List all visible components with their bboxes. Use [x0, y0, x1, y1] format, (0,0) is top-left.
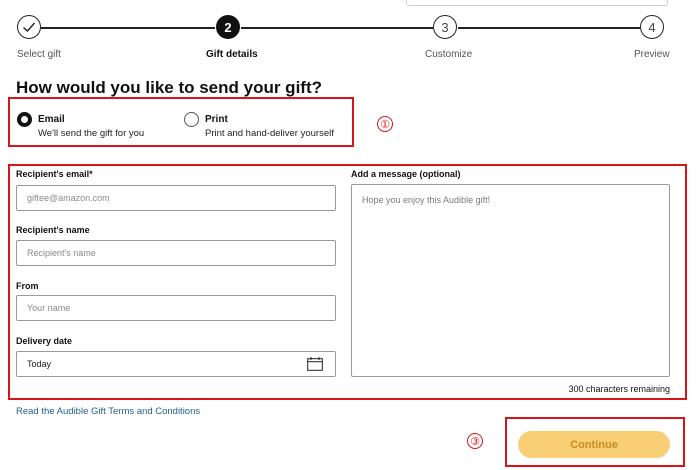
- progress-stepper: 2 3 4 Select gift Gift details Customize…: [0, 0, 700, 70]
- delivery-date-label: Delivery date: [16, 336, 73, 346]
- message-textarea[interactable]: [351, 184, 670, 377]
- email-radio[interactable]: [17, 112, 32, 127]
- recipient-name-input[interactable]: [16, 240, 336, 266]
- print-option-description: Print and hand-deliver yourself: [205, 128, 334, 139]
- step-connector: [241, 27, 433, 29]
- step-label-customize: Customize: [425, 49, 473, 60]
- recipient-email-label: Recipient's email*: [16, 169, 93, 179]
- step-label-select-gift: Select gift: [17, 49, 61, 60]
- step-1-completed: [17, 15, 41, 39]
- step-label-gift-details: Gift details: [206, 49, 258, 60]
- step-2-active: 2: [216, 15, 240, 39]
- from-label: From: [16, 281, 39, 291]
- delivery-date-value: Today: [27, 359, 52, 369]
- step-number: 3: [441, 19, 449, 35]
- step-4: 4: [640, 15, 664, 39]
- email-option-title: Email: [38, 114, 65, 125]
- from-input[interactable]: [16, 295, 336, 321]
- delivery-date-picker[interactable]: Today: [16, 351, 336, 377]
- print-option-title: Print: [205, 114, 228, 125]
- annotation-marker-1: ①: [377, 116, 393, 132]
- page-title: How would you like to send your gift?: [16, 78, 322, 97]
- characters-remaining: 300 characters remaining: [568, 384, 670, 394]
- continue-button[interactable]: Continue: [518, 431, 670, 458]
- step-connector: [41, 27, 215, 29]
- step-label-preview: Preview: [634, 49, 670, 60]
- recipient-email-input[interactable]: [16, 185, 336, 211]
- step-connector: [458, 27, 640, 29]
- step-number: 4: [648, 19, 656, 35]
- step-number: 2: [224, 19, 232, 35]
- annotation-marker-3: ③: [467, 433, 483, 449]
- email-option-description: We'll send the gift for you: [38, 128, 145, 139]
- checkmark-icon: [23, 22, 36, 32]
- print-radio[interactable]: [184, 112, 199, 127]
- terms-link[interactable]: Read the Audible Gift Terms and Conditio…: [16, 406, 200, 417]
- recipient-name-label: Recipient's name: [16, 225, 90, 235]
- calendar-icon[interactable]: [307, 357, 323, 371]
- top-cutoff-box: [406, 0, 668, 6]
- step-3: 3: [433, 15, 457, 39]
- message-label: Add a message (optional): [351, 169, 461, 179]
